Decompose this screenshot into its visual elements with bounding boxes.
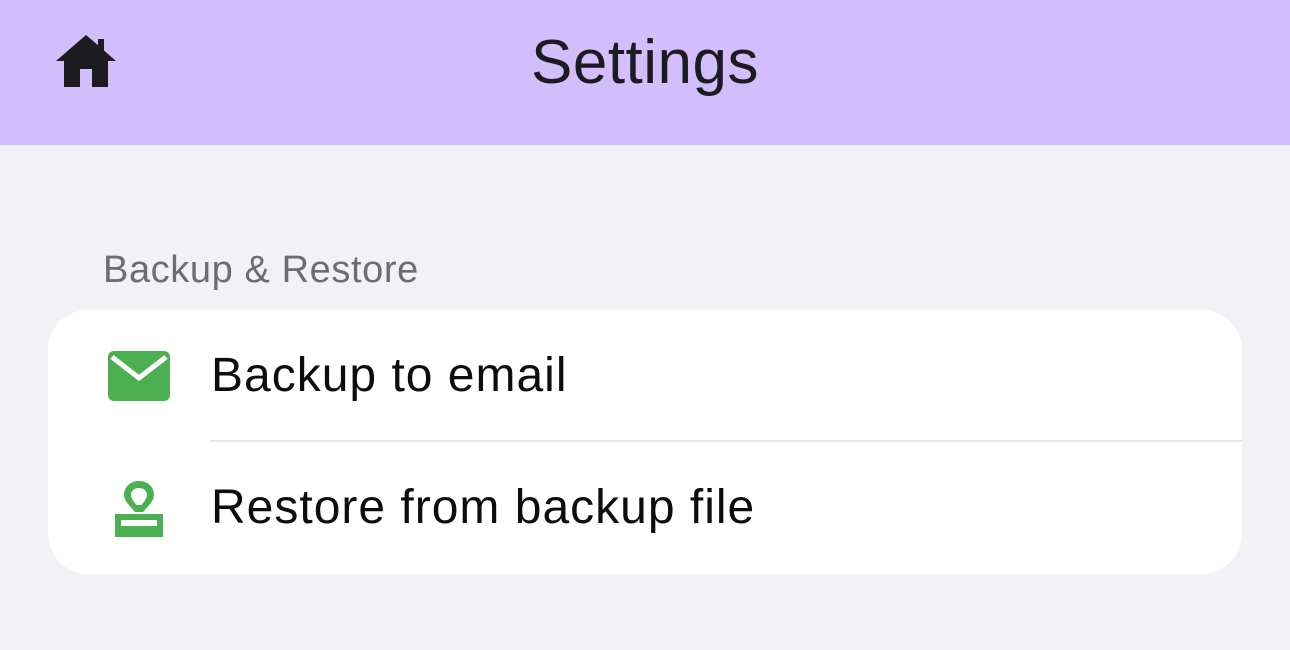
navigation-bar: Settings xyxy=(0,0,1290,145)
settings-group: Backup to email Restore from backup file xyxy=(48,310,1242,574)
restore-from-backup-label: Restore from backup file xyxy=(211,481,756,534)
restore-from-backup-row[interactable]: Restore from backup file xyxy=(48,442,1242,574)
page-title: Settings xyxy=(530,28,760,97)
stamp-icon xyxy=(106,475,172,541)
mail-icon xyxy=(106,343,172,409)
backup-to-email-row[interactable]: Backup to email xyxy=(48,310,1242,442)
section-header: Backup & Restore xyxy=(103,249,419,291)
backup-to-email-label: Backup to email xyxy=(211,349,568,402)
